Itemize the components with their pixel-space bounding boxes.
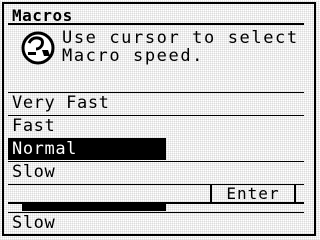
- prompt-line-2: Macro speed.: [62, 46, 205, 66]
- dialog-title: Macros: [12, 6, 73, 25]
- background-list-item: Slow: [8, 212, 304, 234]
- menu-item-normal[interactable]: Normal: [8, 138, 166, 160]
- background-selection-bar: [22, 203, 166, 211]
- menu-item-fast[interactable]: Fast: [8, 115, 304, 137]
- menu-item-slow[interactable]: Slow: [8, 161, 304, 183]
- title-bar: Macros: [8, 6, 304, 25]
- lcd-screen: Macros Use cursor to select Macro speed.…: [2, 2, 316, 236]
- menu-item-very-fast[interactable]: Very Fast: [8, 92, 304, 114]
- enter-softkey[interactable]: Enter: [210, 184, 296, 204]
- prompt-line-1: Use cursor to select: [62, 28, 299, 48]
- info-icon: [21, 31, 55, 65]
